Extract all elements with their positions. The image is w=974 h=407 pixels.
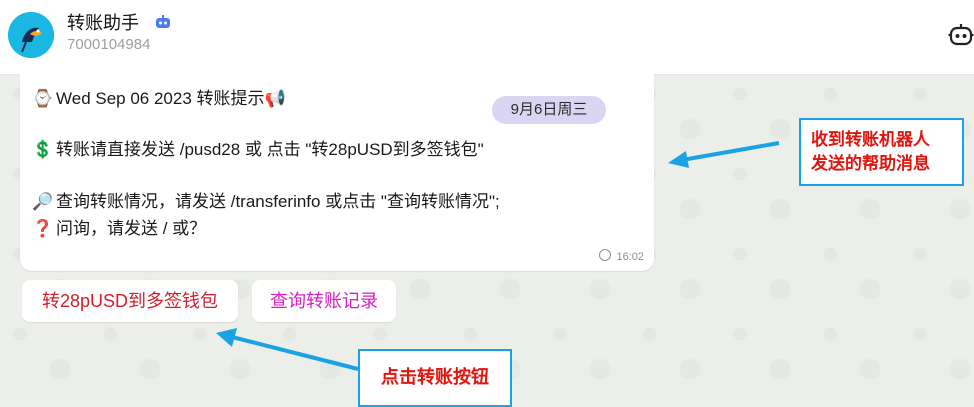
message-time-text: 16:02 [616,251,644,263]
dollar-icon: 💲 [32,140,54,159]
message-text: 查询转账情况，请发送 /transferinfo 或点击 "查询转账情况"; [56,192,500,211]
annotation-callout-button: 点击转账按钮 [358,349,512,407]
query-records-button[interactable]: 查询转账记录 [252,280,396,322]
avatar[interactable] [8,12,54,58]
date-chip: 9月6日周三 [492,96,606,124]
message-line-query: 🔎 查询转账情况，请发送 /transferinfo 或点击 "查询转账情况"; [32,187,500,212]
message-bubble: ⌚ Wed Sep 06 2023 转账提示📢 9月6日周三 💲 转账请直接发送 /… [20,72,654,271]
megaphone-icon: 📢 [264,89,286,108]
bot-badge-icon [156,15,170,28]
transfer-button[interactable]: 转28pUSD到多签钱包 [22,280,238,322]
annotation-arrow-2 [216,328,359,371]
message-text: 转账请直接发送 /pusd28 或 点击 "转28pUSD到多签钱包" [56,140,484,159]
annotation-arrow-1 [668,141,780,168]
question-icon: ❓ [32,219,54,238]
callout-line-2: 发送的帮助消息 [811,154,930,174]
chat-id: 7000104984 [67,36,151,53]
message-line-transfer: 💲 转账请直接发送 /pusd28 或 点击 "转28pUSD到多签钱包" [32,135,484,160]
watch-icon: ⌚ [32,89,54,108]
message-line-help: ❓ 问询，请发送 / 或？ [32,214,206,239]
chat-header: 转账助手 7000104984 [0,0,974,75]
message-time: 16:02 [599,249,644,263]
message-line-header: ⌚ Wed Sep 06 2023 转账提示📢 [32,84,286,109]
annotation-callout-help: 收到转账机器人 发送的帮助消息 [799,118,964,186]
magnifier-icon: 🔎 [32,192,54,211]
callout-line-1: 收到转账机器人 [811,130,930,150]
message-text: Wed Sep 06 2023 转账提示 [56,89,265,108]
message-text: 问询，请发送 / 或？ [56,219,207,238]
chat-title: 转账助手 [67,13,139,33]
clock-icon [599,249,612,261]
bot-icon[interactable] [948,22,974,48]
